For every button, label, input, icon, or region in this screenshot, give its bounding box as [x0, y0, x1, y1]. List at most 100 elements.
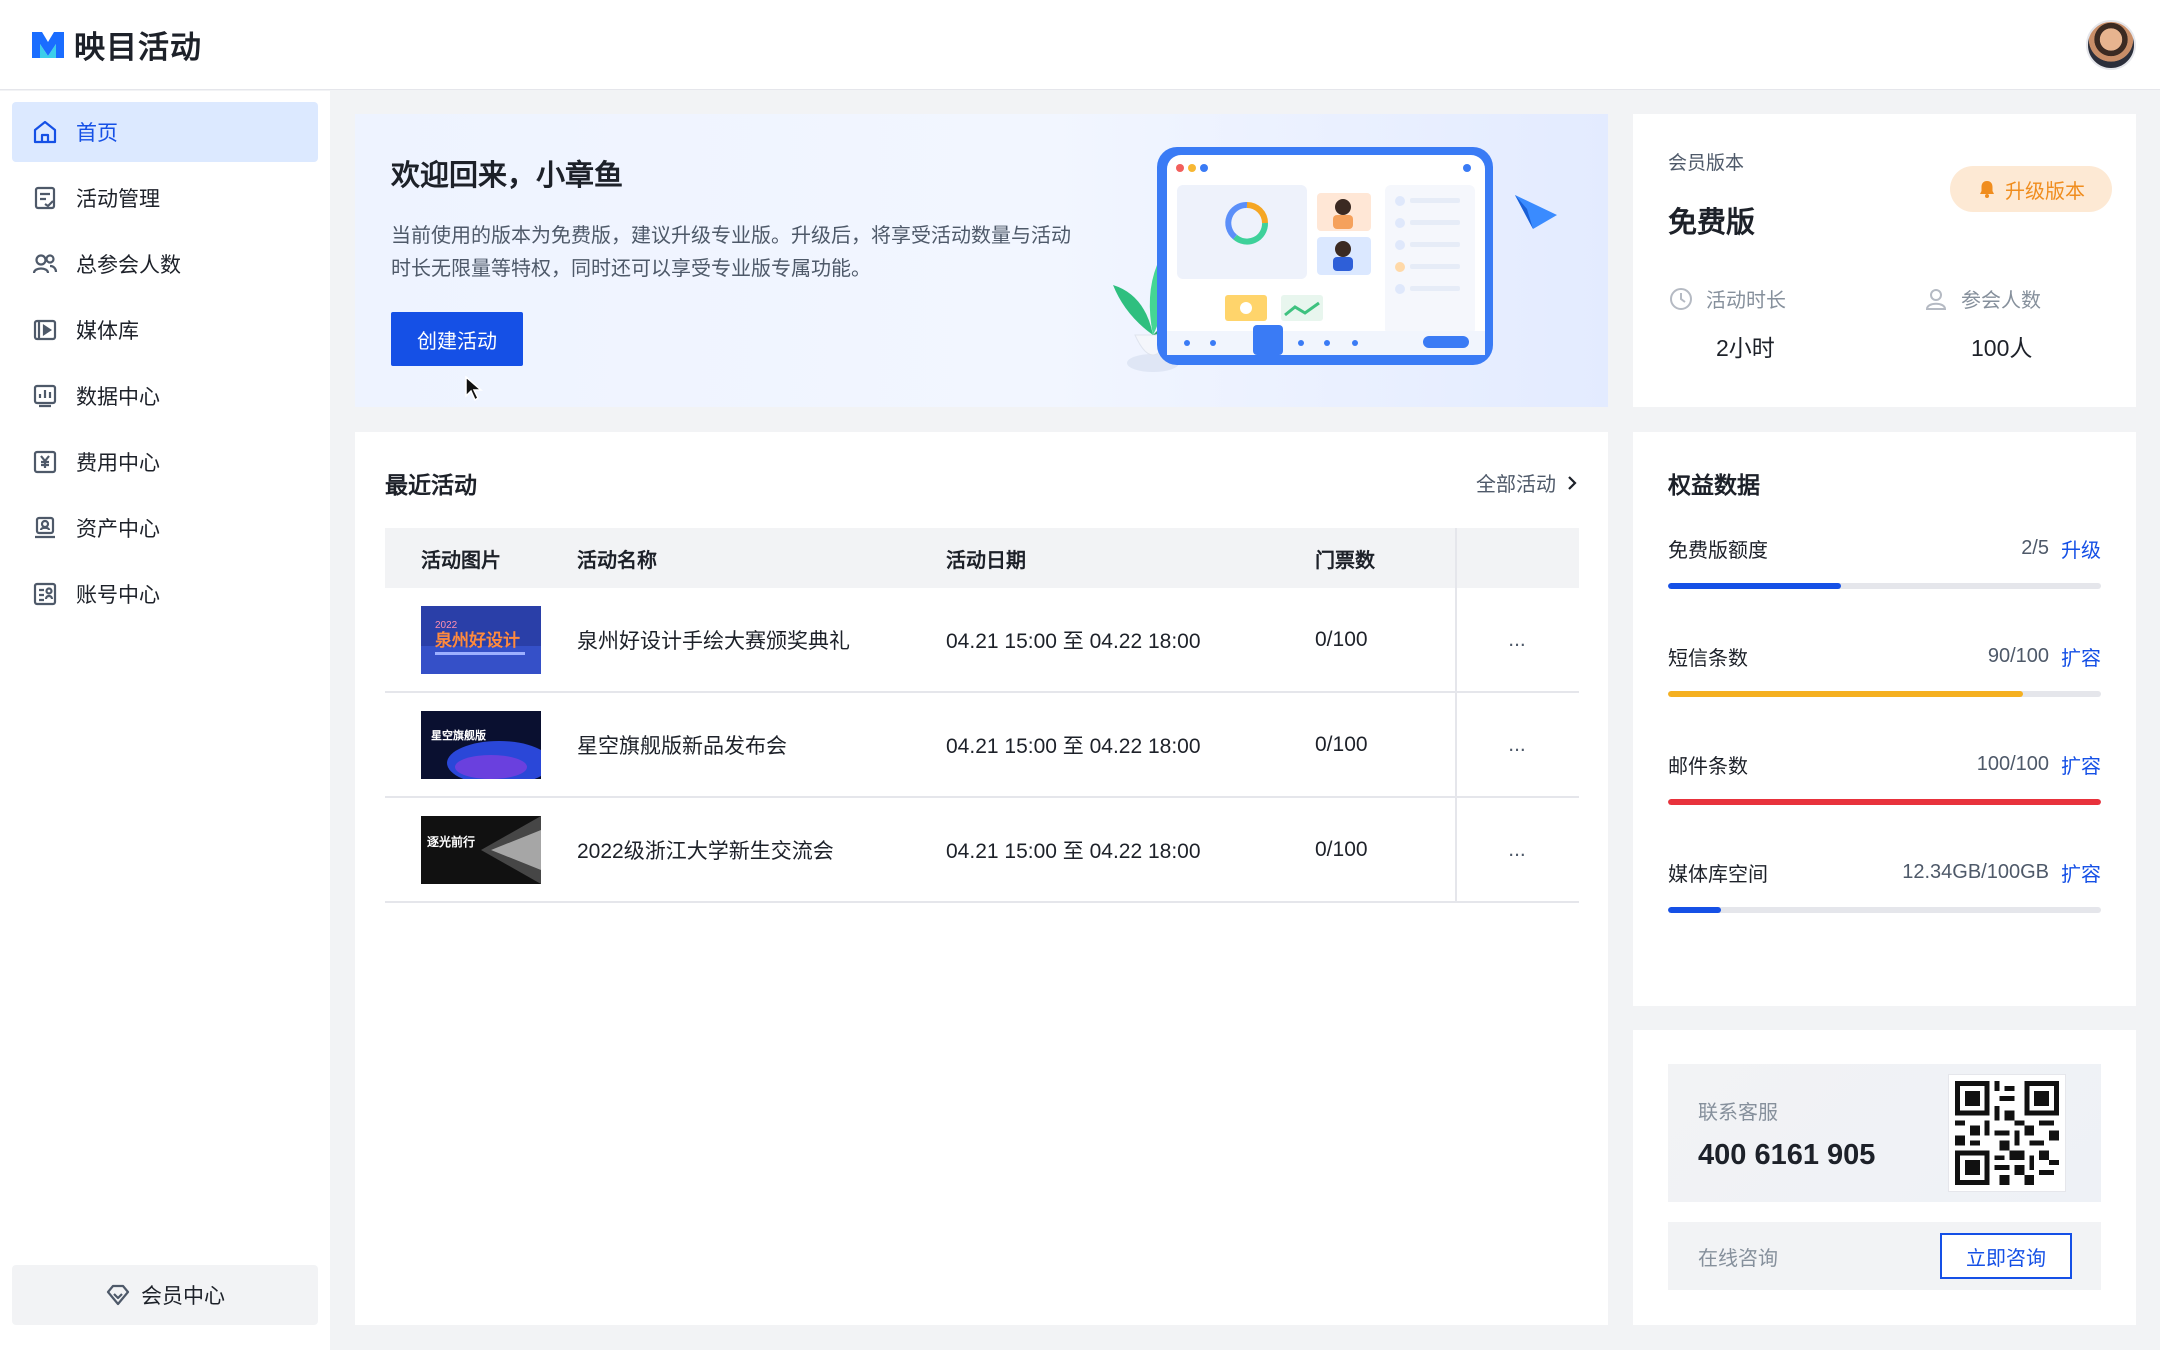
sidebar-item-account[interactable]: 账号中心 — [12, 564, 318, 624]
duration-label: 活动时长 — [1706, 290, 1786, 312]
yen-icon — [33, 450, 57, 474]
activity-thumbnail: 2022 泉州好设计 — [421, 605, 541, 674]
top-bar: 映目活动 — [0, 0, 2160, 90]
activity-tickets: 0/100 — [1315, 837, 1368, 861]
benefit-media-storage: 媒体库空间 12.34GB/100GB 扩容 — [1668, 858, 2101, 913]
expand-link[interactable]: 扩容 — [2061, 858, 2101, 887]
bell-icon — [1980, 181, 1994, 198]
expand-link[interactable]: 扩容 — [2061, 750, 2101, 779]
duration-value: 2小时 — [1716, 335, 1775, 361]
app-name: 映目活动 — [74, 30, 202, 65]
app-logo-icon — [32, 31, 64, 58]
benefits-title: 权益数据 — [1668, 472, 1760, 498]
activity-name[interactable]: 2022级浙江大学新生交流会 — [577, 835, 946, 865]
attendees-label: 参会人数 — [1961, 290, 2041, 312]
activity-manage-icon — [34, 186, 56, 210]
progress-fill — [1668, 691, 2024, 697]
sidebar-item-home[interactable]: 首页 — [12, 102, 318, 162]
activity-name[interactable]: 星空旗舰版新品发布会 — [577, 730, 946, 760]
sidebar-item-label: 数据中心 — [76, 386, 160, 409]
more-actions-button[interactable]: ... — [1455, 838, 1579, 862]
svg-text:星空旗舰版: 星空旗舰版 — [431, 728, 486, 742]
upgrade-link[interactable]: 升级 — [2061, 534, 2101, 563]
activity-tickets: 0/100 — [1315, 732, 1368, 756]
consult-now-button[interactable]: 立即咨询 — [1940, 1233, 2072, 1279]
benefit-label: 媒体库空间 — [1668, 864, 1768, 886]
account-icon — [33, 582, 57, 606]
recent-activities-card: 最近活动 全部活动 活动图片 活动名称 活动日期 门票数 2022 泉州好设计 — [355, 432, 1608, 1325]
home-icon — [33, 120, 57, 144]
sidebar-item-activity-manage[interactable]: 活动管理 — [12, 168, 318, 228]
brand[interactable]: 映目活动 — [30, 22, 202, 67]
welcome-description: 当前使用的版本为免费版，建议升级专业版。升级后，将享受活动数量与活动时长无限量等… — [391, 225, 1071, 280]
table-row[interactable]: 逐光前行 2022级浙江大学新生交流会 04.21 15:00 至 04.22 … — [385, 798, 1579, 903]
benefit-value: 90/100 — [1987, 645, 2049, 667]
benefit-label: 邮件条数 — [1668, 756, 1748, 778]
qr-code — [1948, 1074, 2066, 1192]
table-row[interactable]: 2022 泉州好设计 泉州好设计手绘大赛颁奖典礼 04.21 15:00 至 0… — [385, 588, 1579, 693]
data-chart-icon — [33, 384, 57, 408]
benefit-value: 2/5 — [2021, 537, 2049, 559]
sidebar-item-fees[interactable]: 费用中心 — [12, 432, 318, 492]
activity-date: 04.21 15:00 至 04.22 18:00 — [946, 839, 1201, 863]
more-actions-button[interactable]: ... — [1455, 628, 1579, 652]
benefit-label: 免费版额度 — [1668, 540, 1768, 562]
sidebar-item-label: 资产中心 — [76, 518, 160, 541]
sidebar: 首页 活动管理 总参会人数 媒体库 数据中心 费用中心 资产中心 账号中心 会员… — [0, 91, 330, 1350]
sidebar-item-label: 费用中心 — [76, 452, 160, 475]
recent-activities-title: 最近活动 — [385, 472, 477, 498]
all-activities-label: 全部活动 — [1476, 474, 1556, 496]
progress-track — [1668, 583, 2101, 589]
customer-service-box: 联系客服 400 6161 905 — [1668, 1064, 2101, 1202]
activity-date: 04.21 15:00 至 04.22 18:00 — [946, 629, 1201, 653]
svg-text:逐光前行: 逐光前行 — [427, 834, 475, 849]
expand-link[interactable]: 扩容 — [2061, 642, 2101, 671]
duration-stat: 活动时长 2小时 — [1668, 284, 1848, 363]
activity-name[interactable]: 泉州好设计手绘大赛颁奖典礼 — [577, 625, 946, 655]
activity-thumbnail: 逐光前行 — [421, 815, 541, 884]
sidebar-item-data[interactable]: 数据中心 — [12, 366, 318, 426]
progress-track — [1668, 799, 2101, 805]
activity-thumbnail: 星空旗舰版 — [421, 710, 541, 779]
column-header-tickets: 门票数 — [1315, 549, 1375, 572]
sidebar-item-label: 账号中心 — [76, 584, 160, 607]
column-header-name: 活动名称 — [577, 549, 657, 572]
meeting-illustration — [1113, 147, 1557, 372]
create-activity-button[interactable]: 创建活动 — [391, 312, 523, 366]
sidebar-item-label: 活动管理 — [76, 188, 160, 211]
more-actions-button[interactable]: ... — [1455, 733, 1579, 757]
sidebar-item-assets[interactable]: 资产中心 — [12, 498, 318, 558]
benefit-free-quota: 免费版额度 2/5 升级 — [1668, 534, 2101, 589]
activities-table: 活动图片 活动名称 活动日期 门票数 2022 泉州好设计 泉州好设计手绘大赛颁… — [385, 528, 1579, 903]
upgrade-plan-button[interactable]: 升级版本 — [1950, 166, 2112, 212]
diamond-icon — [106, 1284, 130, 1306]
benefit-sms: 短信条数 90/100 扩容 — [1668, 642, 2101, 697]
upgrade-plan-label: 升级版本 — [2005, 180, 2085, 203]
table-header: 活动图片 活动名称 活动日期 门票数 — [385, 528, 1579, 588]
contact-card: 联系客服 400 6161 905 在线咨询 立即咨询 — [1633, 1030, 2136, 1325]
column-header-date: 活动日期 — [946, 549, 1026, 572]
online-consult-box: 在线咨询 立即咨询 — [1668, 1222, 2101, 1290]
progress-fill — [1668, 907, 1722, 913]
benefit-value: 100/100 — [1976, 753, 2049, 775]
all-activities-link[interactable]: 全部活动 — [1476, 468, 1578, 497]
membership-card: 会员版本 免费版 升级版本 活动时长 2小时 参会人数 100人 — [1633, 114, 2136, 407]
benefit-value: 12.34GB/100GB — [1902, 861, 2049, 883]
member-center-button[interactable]: 会员中心 — [12, 1265, 318, 1325]
sidebar-item-label: 首页 — [76, 122, 118, 145]
progress-fill — [1668, 583, 1842, 589]
progress-fill — [1668, 799, 2101, 805]
users-icon — [32, 254, 58, 274]
table-row[interactable]: 星空旗舰版 星空旗舰版新品发布会 04.21 15:00 至 04.22 18:… — [385, 693, 1579, 798]
user-icon — [1925, 288, 1947, 310]
chevron-right-icon — [1568, 475, 1577, 490]
sidebar-item-attendees[interactable]: 总参会人数 — [12, 234, 318, 294]
user-avatar[interactable] — [2086, 19, 2136, 70]
benefit-email: 邮件条数 100/100 扩容 — [1668, 750, 2101, 805]
sidebar-item-label: 总参会人数 — [76, 254, 181, 277]
sidebar-item-media[interactable]: 媒体库 — [12, 300, 318, 360]
activity-date: 04.21 15:00 至 04.22 18:00 — [946, 734, 1201, 758]
column-header-image: 活动图片 — [421, 549, 501, 572]
benefit-label: 短信条数 — [1668, 648, 1748, 670]
progress-track — [1668, 907, 2101, 913]
